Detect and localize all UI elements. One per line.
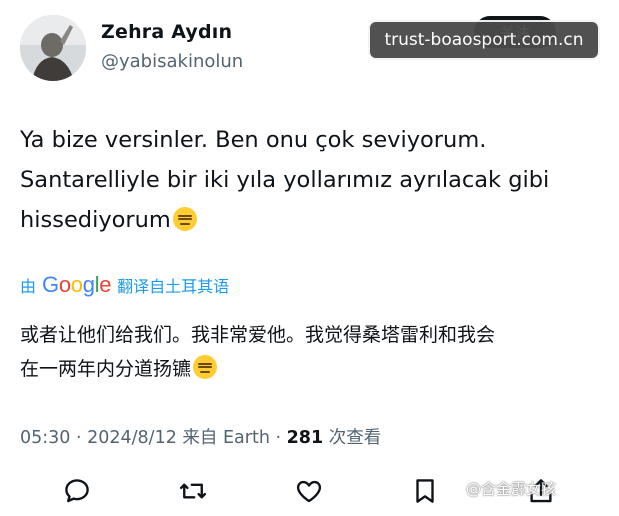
bookmark-button[interactable]: [408, 474, 442, 508]
expressionless-face-emoji: [172, 207, 197, 231]
view-label: 次查看: [323, 428, 382, 448]
retweet-button[interactable]: [176, 474, 210, 508]
translated-text: 或者让他们给我们。我非常爱他。我觉得桑塔雷利和我会 在一两年内分道扬镳: [20, 318, 610, 386]
retweet-icon: [179, 483, 207, 499]
avatar-image: [20, 15, 86, 81]
translation-source-language: 翻译自土耳其语: [117, 277, 230, 296]
translated-line: 或者让他们给我们。我非常爱他。我觉得桑塔雷利和我会: [20, 324, 496, 346]
bottom-watermark: @含金霹女孩: [466, 480, 557, 498]
tweet-line: Santarelliyle bir iki yıla yollarımız ay…: [20, 167, 550, 193]
view-count: 281: [286, 428, 324, 448]
google-logo: Google: [42, 272, 112, 297]
timestamp[interactable]: 05:30 · 2024/8/12 来自 Earth ·: [20, 428, 287, 448]
translation-prefix: 由: [20, 277, 37, 296]
display-name[interactable]: Zehra Aydın: [101, 21, 232, 43]
like-icon: [296, 480, 322, 503]
reply-icon: [65, 479, 89, 503]
translated-line-last: 在一两年内分道扬镳: [20, 352, 610, 386]
bookmark-icon: [416, 479, 434, 503]
tweet-line-last: hissediyorum: [20, 200, 600, 240]
tweet-line: hissediyorum: [20, 207, 171, 233]
user-handle[interactable]: @yabisakinolun: [101, 51, 243, 72]
translated-by-google[interactable]: 由 Google 翻译自土耳其语: [20, 272, 229, 298]
translated-line: 在一两年内分道扬镳: [20, 358, 192, 380]
tweet-text: Ya bize versinler. Ben onu çok seviyorum…: [20, 120, 600, 240]
reply-button[interactable]: [60, 474, 94, 508]
like-button[interactable]: [292, 474, 326, 508]
tweet-line: Ya bize versinler. Ben onu çok seviyorum…: [20, 127, 487, 153]
expressionless-face-emoji: [193, 355, 218, 379]
avatar[interactable]: [20, 15, 86, 81]
tweet-meta: 05:30 · 2024/8/12 来自 Earth · 281 次查看: [20, 424, 381, 449]
watermark-overlay: trust-boaosport.com.cn: [368, 20, 600, 60]
